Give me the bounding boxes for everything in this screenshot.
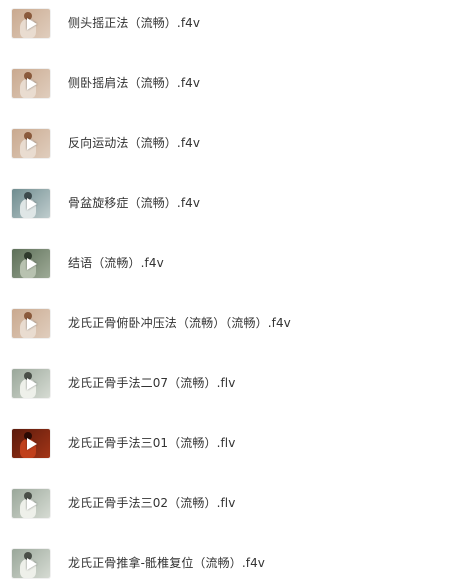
video-thumbnail[interactable]	[12, 129, 50, 158]
play-icon	[27, 257, 37, 270]
video-thumbnail[interactable]	[12, 69, 50, 98]
file-name[interactable]: 龙氏正骨俯卧冲压法（流畅）（流畅）.f4v	[68, 314, 291, 332]
play-icon	[27, 137, 37, 150]
file-row[interactable]: 龙氏正骨手法三01（流畅）.flv	[0, 423, 466, 463]
file-row[interactable]: 龙氏正骨推拿-骶椎复位（流畅）.f4v	[0, 543, 466, 583]
file-name[interactable]: 反向运动法（流畅）.f4v	[68, 134, 200, 152]
file-name[interactable]: 侧卧摇肩法（流畅）.f4v	[68, 74, 200, 92]
video-file-list: 侧头摇正法（流畅）.f4v 侧卧摇肩法（流畅）.f4v 反向运动法（流畅）.f4v 骨…	[0, 0, 466, 587]
video-thumbnail[interactable]	[12, 249, 50, 278]
file-row[interactable]: 骨盆旋移症（流畅）.f4v	[0, 183, 466, 223]
file-row[interactable]: 侧头摇正法（流畅）.f4v	[0, 3, 466, 43]
file-row[interactable]: 反向运动法（流畅）.f4v	[0, 123, 466, 163]
file-name[interactable]: 龙氏正骨手法三01（流畅）.flv	[68, 434, 235, 452]
video-thumbnail[interactable]	[12, 9, 50, 38]
video-thumbnail[interactable]	[12, 189, 50, 218]
play-icon	[27, 557, 37, 570]
file-row[interactable]: 龙氏正骨手法三02（流畅）.flv	[0, 483, 466, 523]
file-row[interactable]: 侧卧摇肩法（流畅）.f4v	[0, 63, 466, 103]
video-thumbnail[interactable]	[12, 309, 50, 338]
file-name[interactable]: 骨盆旋移症（流畅）.f4v	[68, 194, 200, 212]
file-name[interactable]: 龙氏正骨手法三02（流畅）.flv	[68, 494, 235, 512]
play-icon	[27, 497, 37, 510]
video-thumbnail[interactable]	[12, 429, 50, 458]
file-name[interactable]: 龙氏正骨手法二07（流畅）.flv	[68, 374, 235, 392]
play-icon	[27, 377, 37, 390]
play-icon	[27, 197, 37, 210]
file-row[interactable]: 龙氏正骨手法二07（流畅）.flv	[0, 363, 466, 403]
file-name[interactable]: 侧头摇正法（流畅）.f4v	[68, 14, 200, 32]
play-icon	[27, 437, 37, 450]
video-thumbnail[interactable]	[12, 489, 50, 518]
file-row[interactable]: 龙氏正骨俯卧冲压法（流畅）（流畅）.f4v	[0, 303, 466, 343]
file-name[interactable]: 龙氏正骨推拿-骶椎复位（流畅）.f4v	[68, 554, 265, 572]
video-thumbnail[interactable]	[12, 369, 50, 398]
play-icon	[27, 317, 37, 330]
file-row[interactable]: 结语（流畅）.f4v	[0, 243, 466, 283]
file-name[interactable]: 结语（流畅）.f4v	[68, 254, 164, 272]
play-icon	[27, 17, 37, 30]
video-thumbnail[interactable]	[12, 549, 50, 578]
play-icon	[27, 77, 37, 90]
